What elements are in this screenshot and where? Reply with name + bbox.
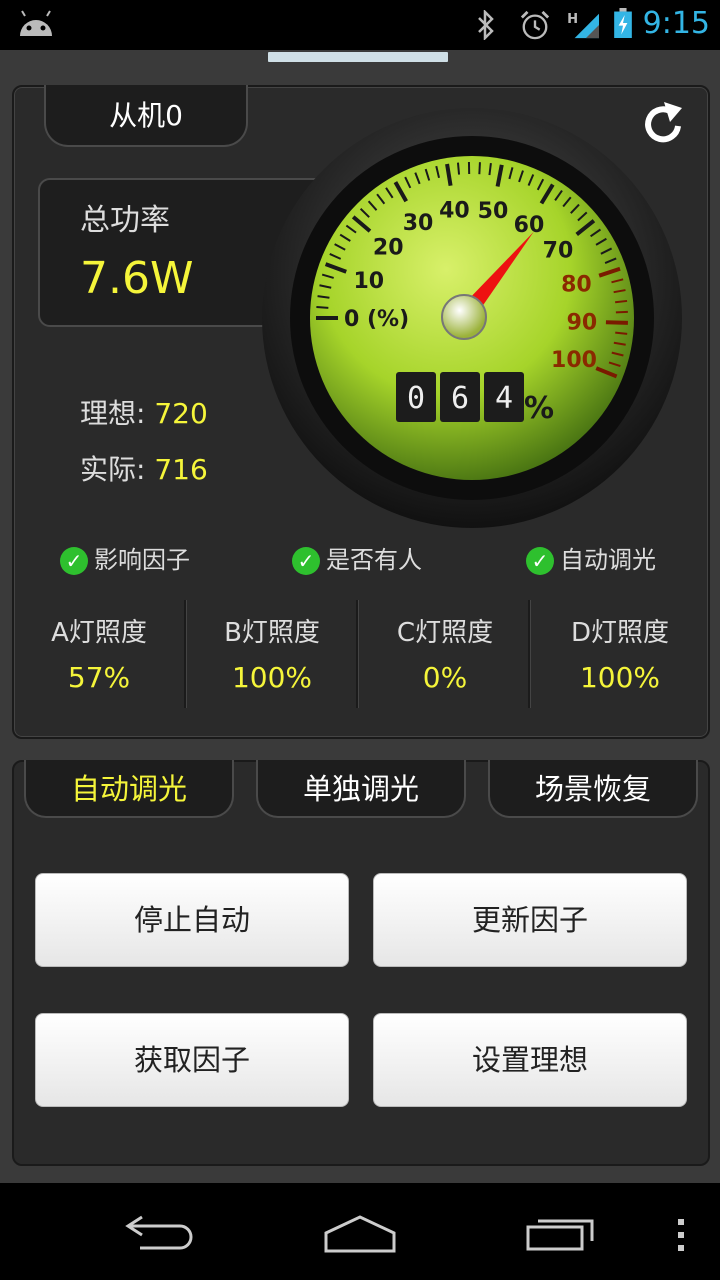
ideal-label: 理想: [80, 397, 155, 430]
tab-auto-dimming[interactable]: 自动调光 [24, 760, 234, 818]
lux-name: D灯照度 [570, 618, 670, 648]
divider [528, 600, 531, 708]
ideal-value: 720 [154, 397, 208, 430]
tab-single-dimming[interactable]: 单独调光 [256, 760, 466, 818]
gauge-tick-label: 0 (%) [344, 307, 409, 332]
back-icon[interactable] [120, 1213, 200, 1253]
stop-auto-button[interactable]: 停止自动 [35, 873, 349, 967]
check-occupancy[interactable]: ✓ 是否有人 [292, 540, 422, 575]
digit-3: 4 [495, 381, 513, 416]
recent-apps-icon[interactable] [524, 1213, 600, 1253]
gauge-tick-label: 70 [543, 238, 574, 263]
bluetooth-icon [478, 10, 494, 40]
check-label: 自动调光 [560, 546, 656, 574]
gauge-tick [615, 331, 628, 335]
check-icon: ✓ [526, 547, 554, 575]
gauge-tick-label: 30 [403, 211, 434, 236]
lux-value: 100% [579, 661, 661, 694]
overflow-menu-icon[interactable] [674, 1217, 688, 1253]
button-label: 设置理想 [471, 1043, 588, 1077]
actual-readout: 实际: 716 [80, 448, 208, 488]
gauge-tick-label: 10 [353, 269, 384, 294]
update-factor-button[interactable]: 更新因子 [373, 873, 687, 967]
actual-value: 716 [154, 453, 208, 486]
lux-value: 100% [231, 661, 313, 694]
alarm-icon [520, 10, 550, 40]
signal-h-icon: H [567, 12, 599, 39]
tab-label: 单独调光 [302, 772, 419, 806]
gauge-tick [456, 162, 461, 175]
tab-label: 场景恢复 [534, 772, 651, 806]
gauge-tick-label: 90 [567, 310, 598, 335]
check-icon: ✓ [292, 547, 320, 575]
dimming-gauge: 0 (%) 10 203040 506070 80 90 100 0 6 4 % [262, 108, 682, 528]
slave-selector-tab[interactable]: 从机0 [44, 85, 248, 147]
home-icon[interactable] [320, 1211, 400, 1255]
lux-name: C灯照度 [396, 618, 494, 648]
status-bar: H 9:15 [0, 0, 720, 50]
android-icon [20, 10, 52, 36]
gauge-hub [441, 294, 487, 340]
svg-text:H: H [567, 12, 578, 27]
divider [356, 600, 359, 708]
lux-name: B灯照度 [224, 618, 320, 648]
gauge-tick-label: 20 [373, 236, 404, 261]
actual-label: 实际: [80, 453, 155, 486]
gauge-tick-label: 50 [478, 199, 509, 224]
lux-d: D灯照度 100% [535, 612, 705, 694]
lux-c: C灯照度 0% [360, 612, 530, 694]
tab-label: 自动调光 [70, 772, 187, 806]
lux-b: B灯照度 100% [187, 612, 357, 694]
navigation-bar [0, 1183, 720, 1280]
clock-time: 9:15 [642, 6, 710, 41]
gauge-tick-label: 100 [551, 348, 597, 373]
check-auto-dimming[interactable]: ✓ 自动调光 [526, 540, 656, 575]
check-icon: ✓ [60, 547, 88, 575]
get-factor-button[interactable]: 获取因子 [35, 1013, 349, 1107]
total-power-label: 总功率 [80, 203, 170, 238]
digit-1: 0 [407, 381, 425, 416]
total-power-value: 7.6W [80, 253, 194, 304]
button-label: 停止自动 [133, 903, 250, 937]
slave-label: 从机0 [109, 99, 183, 132]
lux-value: 57% [67, 661, 131, 694]
tab-scene-restore[interactable]: 场景恢复 [488, 760, 698, 818]
gauge-tick [615, 299, 628, 304]
check-label: 是否有人 [326, 546, 422, 574]
gauge-tick-label: 60 [514, 213, 545, 238]
button-label: 获取因子 [133, 1043, 250, 1077]
gauge-tick [316, 306, 329, 309]
ideal-readout: 理想: 720 [80, 392, 208, 432]
lux-value: 0% [422, 661, 468, 694]
check-influence-factor[interactable]: ✓ 影响因子 [60, 540, 190, 575]
battery-charging-icon [614, 8, 632, 38]
digit-unit: % [524, 391, 554, 426]
check-label: 影响因子 [94, 546, 190, 574]
set-ideal-button[interactable]: 设置理想 [373, 1013, 687, 1107]
digit-2: 6 [451, 381, 469, 416]
lux-a: A灯照度 57% [14, 612, 184, 694]
gauge-tick [478, 162, 481, 175]
lux-name: A灯照度 [51, 618, 147, 648]
scroll-indicator [268, 52, 448, 62]
gauge-tick-label: 40 [439, 198, 470, 223]
gauge-tick-label: 80 [561, 272, 592, 297]
button-label: 更新因子 [471, 903, 588, 937]
gauge-tick [605, 320, 628, 325]
